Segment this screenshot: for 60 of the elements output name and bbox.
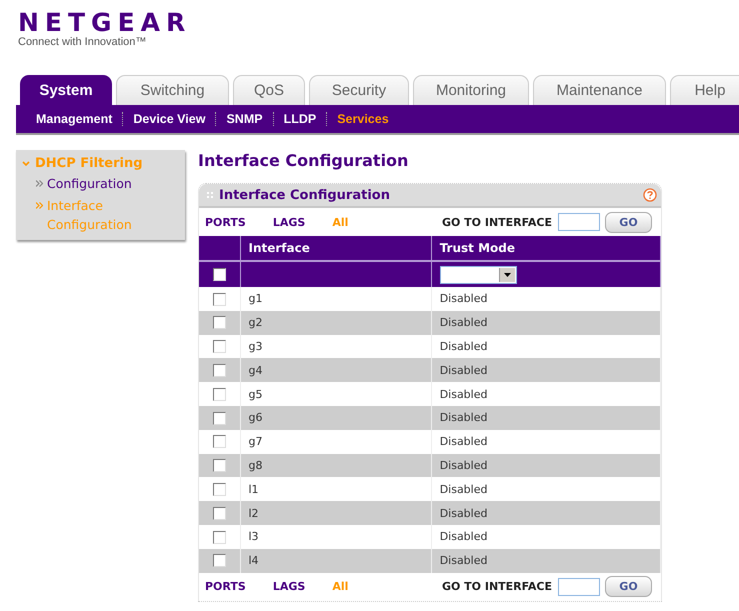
row-checkbox[interactable] bbox=[212, 530, 226, 544]
row-checkbox[interactable] bbox=[212, 435, 226, 448]
help-icon[interactable] bbox=[643, 188, 657, 202]
filter-link[interactable]: PORTS bbox=[205, 580, 246, 594]
nav-tab[interactable]: Switching bbox=[116, 75, 229, 105]
row-checkbox[interactable] bbox=[212, 459, 226, 472]
filter-link[interactable]: PORTS bbox=[205, 216, 246, 228]
sidebar-link[interactable]: Configuration bbox=[47, 174, 147, 193]
goto-label: GO TO INTERFACE bbox=[442, 580, 552, 594]
nav-tab[interactable]: Maintenance bbox=[533, 75, 666, 105]
table-cell: g4 bbox=[240, 358, 432, 382]
double-chevron-icon bbox=[36, 202, 43, 209]
goto-label: GO TO INTERFACE bbox=[442, 216, 552, 228]
nav-tab[interactable]: Security bbox=[309, 75, 409, 105]
double-chevron-icon bbox=[36, 180, 43, 187]
table-cell: g6 bbox=[240, 406, 432, 430]
go-button[interactable]: GO bbox=[605, 576, 652, 598]
row-checkbox[interactable] bbox=[212, 388, 226, 401]
table-cell: l2 bbox=[240, 501, 432, 525]
table-cell: g8 bbox=[240, 454, 432, 478]
nav-tab[interactable]: QoS bbox=[233, 75, 305, 105]
table-cell: Disabled bbox=[431, 310, 660, 335]
panel-title: Interface Configuration bbox=[219, 188, 391, 202]
go-button[interactable]: GO bbox=[605, 212, 652, 232]
dropdown-arrow-icon bbox=[504, 272, 511, 276]
subnav-link[interactable]: LLDP bbox=[284, 112, 316, 126]
table-cell: Disabled bbox=[431, 548, 660, 573]
table-cell: Disabled bbox=[431, 501, 660, 525]
trust-mode-select[interactable] bbox=[440, 266, 517, 284]
select-all-checkbox[interactable] bbox=[212, 268, 226, 282]
filter-link[interactable]: LAGS bbox=[272, 216, 306, 228]
row-checkbox[interactable] bbox=[212, 316, 226, 330]
table-cell: Disabled bbox=[431, 358, 660, 382]
row-checkbox[interactable] bbox=[212, 483, 226, 496]
brand-logo: NETGEAR bbox=[18, 10, 192, 36]
table-cell: g2 bbox=[240, 310, 432, 335]
grip-icon bbox=[207, 192, 213, 198]
filter-link[interactable]: LAGS bbox=[272, 580, 306, 594]
subnav-link[interactable]: Services bbox=[337, 112, 389, 126]
subnav-link[interactable]: Device View bbox=[133, 112, 206, 126]
column-header: Interface bbox=[240, 236, 432, 261]
row-checkbox[interactable] bbox=[212, 412, 226, 425]
nav-tab[interactable]: System bbox=[20, 75, 112, 105]
column-header: Trust Mode bbox=[431, 236, 660, 261]
page-title: Interface Configuration bbox=[198, 151, 410, 171]
table-cell: l4 bbox=[240, 548, 432, 573]
nav-tab[interactable]: Help bbox=[670, 75, 739, 105]
row-checkbox[interactable] bbox=[212, 506, 226, 520]
row-checkbox[interactable] bbox=[212, 292, 226, 306]
interface-input[interactable] bbox=[558, 213, 600, 231]
row-checkbox[interactable] bbox=[212, 554, 226, 568]
table-cell: Disabled bbox=[431, 454, 660, 478]
row-checkbox[interactable] bbox=[212, 340, 226, 354]
interface-input[interactable] bbox=[558, 578, 600, 596]
subnav-link[interactable]: Management bbox=[36, 112, 112, 126]
subnav-link[interactable]: SNMP bbox=[226, 112, 263, 126]
table-cell: Disabled bbox=[431, 406, 660, 430]
row-checkbox[interactable] bbox=[212, 364, 226, 378]
nav-tab[interactable]: Monitoring bbox=[413, 75, 529, 105]
tagline: Connect with Innovation™ bbox=[18, 36, 148, 49]
